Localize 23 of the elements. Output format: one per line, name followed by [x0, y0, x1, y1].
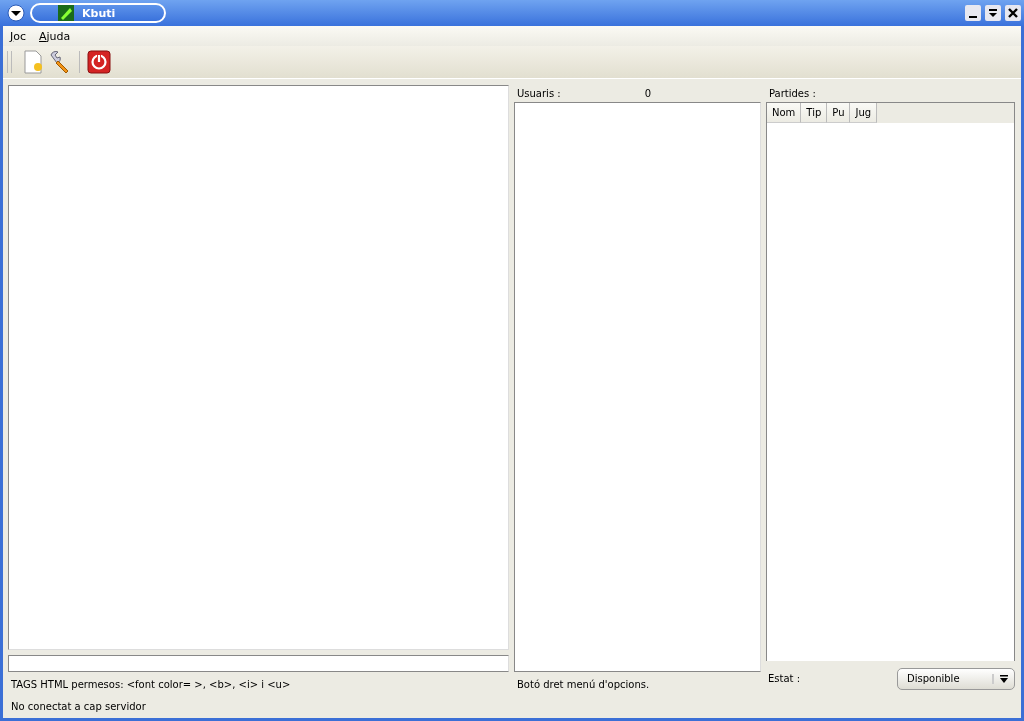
html-tags-hint: TAGS HTML permesos: <font color= >, <b>, <i> i <u> [11, 678, 291, 690]
menu-item[interactable]: Joc [10, 29, 27, 43]
close-icon[interactable] [1005, 5, 1021, 21]
window-title: Kbuti [82, 6, 116, 20]
shade-icon[interactable] [985, 5, 1001, 21]
column-header[interactable]: Tip [801, 103, 828, 123]
status-bar-text: No conectat a cap servidor [11, 700, 146, 712]
app-icon [58, 5, 74, 21]
dropdown-arrow-icon [992, 673, 1009, 684]
users-label: Usuaris : [517, 88, 561, 99]
status-dropdown[interactable]: Disponible [897, 667, 1015, 690]
column-header[interactable]: Pu [827, 103, 851, 123]
window-menu-icon[interactable] [6, 3, 26, 23]
right-click-hint: Botó dret menú d'opcions. [517, 678, 650, 690]
games-label: Partides : [769, 88, 816, 99]
column-header[interactable]: Jug [850, 103, 878, 123]
users-count: 0 [644, 88, 652, 99]
status-label: Estat : [768, 673, 801, 684]
power-icon[interactable] [87, 50, 111, 74]
chat-input-field[interactable] [8, 655, 509, 672]
minimize-icon[interactable] [965, 5, 981, 21]
column-header[interactable]: Nom [767, 103, 802, 123]
menu-item[interactable]: Ajuda [39, 29, 71, 43]
